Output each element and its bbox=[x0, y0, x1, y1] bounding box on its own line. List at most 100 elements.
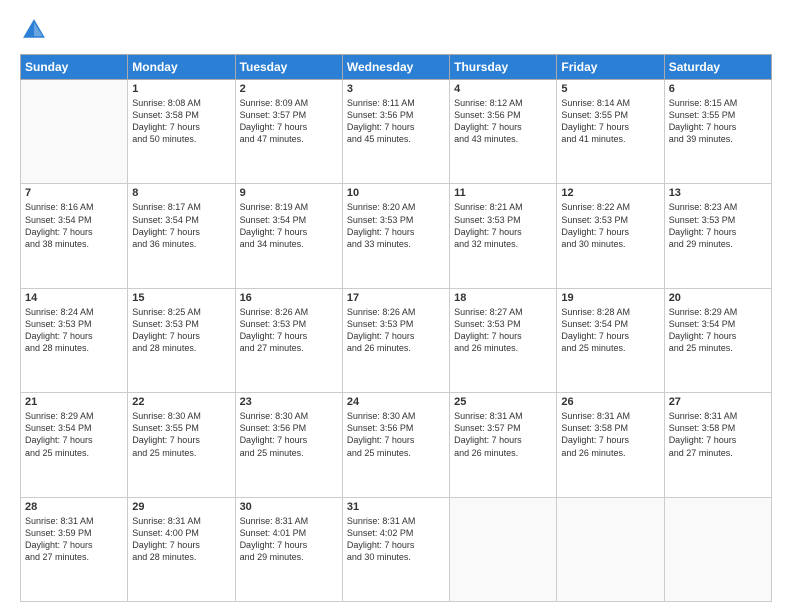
day-cell: 1 Sunrise: 8:08 AM Sunset: 3:58 PM Daylig… bbox=[128, 80, 235, 184]
day-cell: 4 Sunrise: 8:12 AM Sunset: 3:56 PM Daylig… bbox=[450, 80, 557, 184]
day-number: 1 bbox=[132, 83, 230, 95]
day-cell: 28Sunrise: 8:31 AM Sunset: 3:59 PM Dayli… bbox=[21, 497, 128, 601]
day-number: 20 bbox=[669, 292, 767, 304]
day-info: Sunrise: 8:31 AM Sunset: 4:01 PM Dayligh… bbox=[240, 515, 338, 564]
day-cell: 26 Sunrise: 8:31 AM Sunset: 3:58 PM Dayli… bbox=[557, 393, 664, 497]
day-number: 24 bbox=[347, 396, 445, 408]
day-info: Sunrise: 8:26 AM Sunset: 3:53 PM Dayligh… bbox=[347, 306, 445, 355]
day-number: 11 bbox=[454, 187, 552, 199]
day-cell: 10 Sunrise: 8:20 AM Sunset: 3:53 PM Dayli… bbox=[342, 184, 449, 288]
day-cell: 30 Sunrise: 8:31 AM Sunset: 4:01 PM Dayli… bbox=[235, 497, 342, 601]
day-info: Sunrise: 8:12 AM Sunset: 3:56 PM Dayligh… bbox=[454, 97, 552, 146]
day-cell: 5 Sunrise: 8:14 AM Sunset: 3:55 PM Daylig… bbox=[557, 80, 664, 184]
day-info: Sunrise: 8:30 AM Sunset: 3:55 PM Dayligh… bbox=[132, 410, 230, 459]
day-info: Sunrise: 8:29 AM Sunset: 3:54 PM Dayligh… bbox=[669, 306, 767, 355]
day-cell: 9 Sunrise: 8:19 AM Sunset: 3:54 PM Daylig… bbox=[235, 184, 342, 288]
day-info: Sunrise: 8:22 AM Sunset: 3:53 PM Dayligh… bbox=[561, 201, 659, 250]
day-info: Sunrise: 8:31 AM Sunset: 3:59 PM Dayligh… bbox=[25, 515, 123, 564]
day-number: 26 bbox=[561, 396, 659, 408]
day-number: 23 bbox=[240, 396, 338, 408]
day-info: Sunrise: 8:19 AM Sunset: 3:54 PM Dayligh… bbox=[240, 201, 338, 250]
day-cell bbox=[664, 497, 771, 601]
day-number: 16 bbox=[240, 292, 338, 304]
day-cell: 3 Sunrise: 8:11 AM Sunset: 3:56 PM Daylig… bbox=[342, 80, 449, 184]
day-info: Sunrise: 8:31 AM Sunset: 3:58 PM Dayligh… bbox=[561, 410, 659, 459]
day-info: Sunrise: 8:30 AM Sunset: 3:56 PM Dayligh… bbox=[240, 410, 338, 459]
day-number: 5 bbox=[561, 83, 659, 95]
day-info: Sunrise: 8:21 AM Sunset: 3:53 PM Dayligh… bbox=[454, 201, 552, 250]
day-number: 25 bbox=[454, 396, 552, 408]
day-cell: 11 Sunrise: 8:21 AM Sunset: 3:53 PM Dayli… bbox=[450, 184, 557, 288]
day-cell: 31Sunrise: 8:31 AM Sunset: 4:02 PM Dayli… bbox=[342, 497, 449, 601]
day-number: 15 bbox=[132, 292, 230, 304]
day-cell: 6Sunrise: 8:15 AM Sunset: 3:55 PM Daylig… bbox=[664, 80, 771, 184]
day-info: Sunrise: 8:31 AM Sunset: 3:57 PM Dayligh… bbox=[454, 410, 552, 459]
day-number: 27 bbox=[669, 396, 767, 408]
day-info: Sunrise: 8:11 AM Sunset: 3:56 PM Dayligh… bbox=[347, 97, 445, 146]
day-cell: 12 Sunrise: 8:22 AM Sunset: 3:53 PM Dayli… bbox=[557, 184, 664, 288]
day-info: Sunrise: 8:15 AM Sunset: 3:55 PM Dayligh… bbox=[669, 97, 767, 146]
logo-icon bbox=[20, 16, 48, 44]
day-info: Sunrise: 8:31 AM Sunset: 3:58 PM Dayligh… bbox=[669, 410, 767, 459]
day-number: 7 bbox=[25, 187, 123, 199]
calendar-body: 1 Sunrise: 8:08 AM Sunset: 3:58 PM Daylig… bbox=[21, 80, 772, 602]
day-number: 30 bbox=[240, 501, 338, 513]
week-row-2: 7 Sunrise: 8:16 AM Sunset: 3:54 PM Daylig… bbox=[21, 184, 772, 288]
day-cell: 21 Sunrise: 8:29 AM Sunset: 3:54 PM Dayli… bbox=[21, 393, 128, 497]
day-number: 19 bbox=[561, 292, 659, 304]
day-cell: 23 Sunrise: 8:30 AM Sunset: 3:56 PM Dayli… bbox=[235, 393, 342, 497]
day-number: 2 bbox=[240, 83, 338, 95]
day-cell: 17 Sunrise: 8:26 AM Sunset: 3:53 PM Dayli… bbox=[342, 288, 449, 392]
logo bbox=[20, 16, 52, 44]
day-info: Sunrise: 8:29 AM Sunset: 3:54 PM Dayligh… bbox=[25, 410, 123, 459]
header-cell-monday: Monday bbox=[128, 55, 235, 80]
day-number: 12 bbox=[561, 187, 659, 199]
day-cell: 25 Sunrise: 8:31 AM Sunset: 3:57 PM Dayli… bbox=[450, 393, 557, 497]
header-cell-thursday: Thursday bbox=[450, 55, 557, 80]
calendar-table: SundayMondayTuesdayWednesdayThursdayFrid… bbox=[20, 54, 772, 602]
day-cell: 27 Sunrise: 8:31 AM Sunset: 3:58 PM Dayli… bbox=[664, 393, 771, 497]
day-info: Sunrise: 8:26 AM Sunset: 3:53 PM Dayligh… bbox=[240, 306, 338, 355]
day-cell bbox=[557, 497, 664, 601]
day-info: Sunrise: 8:16 AM Sunset: 3:54 PM Dayligh… bbox=[25, 201, 123, 250]
day-info: Sunrise: 8:09 AM Sunset: 3:57 PM Dayligh… bbox=[240, 97, 338, 146]
header-cell-saturday: Saturday bbox=[664, 55, 771, 80]
day-number: 3 bbox=[347, 83, 445, 95]
day-number: 13 bbox=[669, 187, 767, 199]
day-number: 4 bbox=[454, 83, 552, 95]
day-cell: 15 Sunrise: 8:25 AM Sunset: 3:53 PM Dayli… bbox=[128, 288, 235, 392]
day-cell: 20 Sunrise: 8:29 AM Sunset: 3:54 PM Dayli… bbox=[664, 288, 771, 392]
header-cell-sunday: Sunday bbox=[21, 55, 128, 80]
day-number: 17 bbox=[347, 292, 445, 304]
week-row-5: 28Sunrise: 8:31 AM Sunset: 3:59 PM Dayli… bbox=[21, 497, 772, 601]
day-info: Sunrise: 8:24 AM Sunset: 3:53 PM Dayligh… bbox=[25, 306, 123, 355]
calendar-header: SundayMondayTuesdayWednesdayThursdayFrid… bbox=[21, 55, 772, 80]
day-info: Sunrise: 8:20 AM Sunset: 3:53 PM Dayligh… bbox=[347, 201, 445, 250]
day-cell: 29 Sunrise: 8:31 AM Sunset: 4:00 PM Dayli… bbox=[128, 497, 235, 601]
day-cell: 18Sunrise: 8:27 AM Sunset: 3:53 PM Dayli… bbox=[450, 288, 557, 392]
header-cell-wednesday: Wednesday bbox=[342, 55, 449, 80]
day-cell bbox=[21, 80, 128, 184]
day-number: 29 bbox=[132, 501, 230, 513]
day-info: Sunrise: 8:28 AM Sunset: 3:54 PM Dayligh… bbox=[561, 306, 659, 355]
day-cell: 22Sunrise: 8:30 AM Sunset: 3:55 PM Dayli… bbox=[128, 393, 235, 497]
day-info: Sunrise: 8:25 AM Sunset: 3:53 PM Dayligh… bbox=[132, 306, 230, 355]
week-row-3: 14 Sunrise: 8:24 AM Sunset: 3:53 PM Dayli… bbox=[21, 288, 772, 392]
day-number: 8 bbox=[132, 187, 230, 199]
day-number: 21 bbox=[25, 396, 123, 408]
day-number: 10 bbox=[347, 187, 445, 199]
day-info: Sunrise: 8:31 AM Sunset: 4:00 PM Dayligh… bbox=[132, 515, 230, 564]
day-cell: 14 Sunrise: 8:24 AM Sunset: 3:53 PM Dayli… bbox=[21, 288, 128, 392]
day-info: Sunrise: 8:27 AM Sunset: 3:53 PM Dayligh… bbox=[454, 306, 552, 355]
page: SundayMondayTuesdayWednesdayThursdayFrid… bbox=[0, 0, 792, 612]
day-cell: 19 Sunrise: 8:28 AM Sunset: 3:54 PM Dayli… bbox=[557, 288, 664, 392]
day-info: Sunrise: 8:17 AM Sunset: 3:54 PM Dayligh… bbox=[132, 201, 230, 250]
day-info: Sunrise: 8:08 AM Sunset: 3:58 PM Dayligh… bbox=[132, 97, 230, 146]
week-row-1: 1 Sunrise: 8:08 AM Sunset: 3:58 PM Daylig… bbox=[21, 80, 772, 184]
day-cell: 16 Sunrise: 8:26 AM Sunset: 3:53 PM Dayli… bbox=[235, 288, 342, 392]
day-number: 9 bbox=[240, 187, 338, 199]
day-info: Sunrise: 8:14 AM Sunset: 3:55 PM Dayligh… bbox=[561, 97, 659, 146]
day-cell: 2 Sunrise: 8:09 AM Sunset: 3:57 PM Daylig… bbox=[235, 80, 342, 184]
header-cell-friday: Friday bbox=[557, 55, 664, 80]
day-number: 14 bbox=[25, 292, 123, 304]
